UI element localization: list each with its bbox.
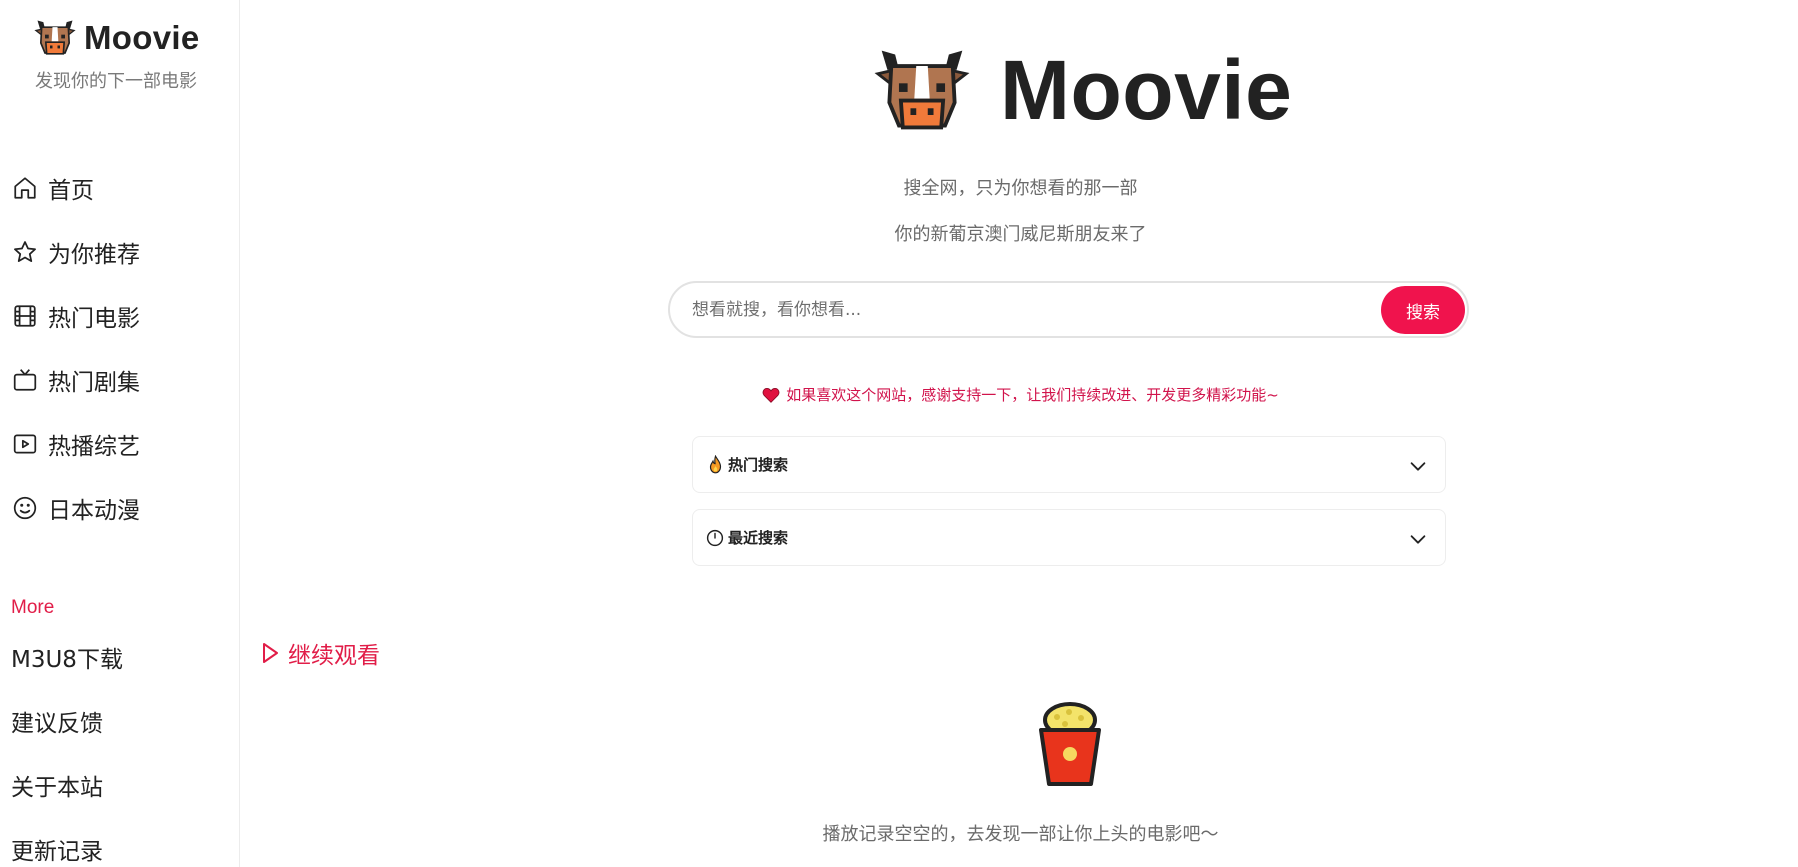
sidebar-item-feedback[interactable]: 建议反馈 [11, 689, 231, 753]
hero-tagline: 你的新葡京澳门威尼斯朋友来了 [894, 224, 1147, 245]
support-text: 如果喜欢这个网站，感谢支持一下，让我们持续改进、开发更多精彩功能~ [786, 386, 1279, 404]
sidebar-item-label: 为你推荐 [48, 242, 140, 268]
play-icon [263, 643, 278, 663]
clock-icon [706, 528, 724, 548]
star-icon [11, 238, 39, 266]
more-section-label: More [11, 597, 55, 618]
sidebar-item-anime[interactable]: 日本动漫 [11, 476, 231, 540]
brand-logo[interactable]: Moovie [34, 18, 199, 58]
recent-search-label: 最近搜索 [728, 529, 789, 547]
support-message[interactable]: 如果喜欢这个网站，感谢支持一下，让我们持续改进、开发更多精彩功能~ [241, 384, 1798, 405]
chevron-down-icon[interactable] [1407, 455, 1429, 477]
play-square-icon [11, 430, 39, 458]
sidebar-item-movies[interactable]: 热门电影 [11, 284, 231, 348]
search-button[interactable]: 搜索 [1381, 286, 1465, 334]
film-icon [11, 302, 39, 330]
hero-title: Moovie [1000, 43, 1293, 137]
sidebar-item-label: 热门剧集 [48, 370, 140, 396]
chevron-down-icon[interactable] [1407, 528, 1429, 550]
sidebar-item-label: 首页 [48, 178, 94, 204]
brand-subtitle: 发现你的下一部电影 [35, 71, 197, 92]
sidebar: Moovie 发现你的下一部电影 首页 为你推荐 热门电影 热门剧集 热播综艺 … [0, 0, 240, 867]
sidebar-item-home[interactable]: 首页 [11, 156, 231, 220]
search-bar: 搜索 [668, 281, 1469, 338]
more-links: M3U8下载 建议反馈 关于本站 更新记录 [11, 625, 231, 867]
sidebar-item-recommend[interactable]: 为你推荐 [11, 220, 231, 284]
hero-slogan: 搜全网，只为你想看的那一部 [903, 178, 1138, 199]
hot-search-label: 热门搜索 [728, 456, 789, 474]
continue-watching-heading[interactable]: 继续观看 [260, 636, 380, 670]
main-content: Moovie 搜全网，只为你想看的那一部 你的新葡京澳门威尼斯朋友来了 搜索 如… [241, 0, 1798, 867]
sidebar-item-label: 日本动漫 [48, 498, 140, 524]
sidebar-item-m3u8-download[interactable]: M3U8下载 [11, 625, 231, 689]
sidebar-item-variety[interactable]: 热播综艺 [11, 412, 231, 476]
continue-watching-label: 继续观看 [288, 643, 380, 669]
cow-logo-icon [874, 50, 970, 129]
smile-icon [11, 494, 39, 522]
fire-icon [706, 455, 724, 475]
empty-history-message: 播放记录空空的，去发现一部让你上头的电影吧～ [822, 824, 1219, 845]
sidebar-item-changelog[interactable]: 更新记录 [11, 817, 231, 867]
popcorn-icon [1039, 702, 1101, 786]
sidebar-nav: 首页 为你推荐 热门电影 热门剧集 热播综艺 日本动漫 [11, 156, 231, 540]
sidebar-item-series[interactable]: 热门剧集 [11, 348, 231, 412]
recent-search-panel[interactable]: 最近搜索 [692, 509, 1446, 566]
sidebar-item-about[interactable]: 关于本站 [11, 753, 231, 817]
brand-title: Moovie [84, 19, 200, 56]
sidebar-item-label: 热播综艺 [48, 434, 140, 460]
search-input[interactable] [692, 293, 1352, 327]
hero-logo: Moovie [874, 42, 1292, 139]
tv-icon [11, 366, 39, 394]
home-icon [11, 174, 39, 202]
hot-search-panel[interactable]: 热门搜索 [692, 436, 1446, 493]
sidebar-item-label: 热门电影 [48, 306, 140, 332]
cow-logo-icon [34, 20, 76, 55]
heart-icon [762, 387, 780, 403]
